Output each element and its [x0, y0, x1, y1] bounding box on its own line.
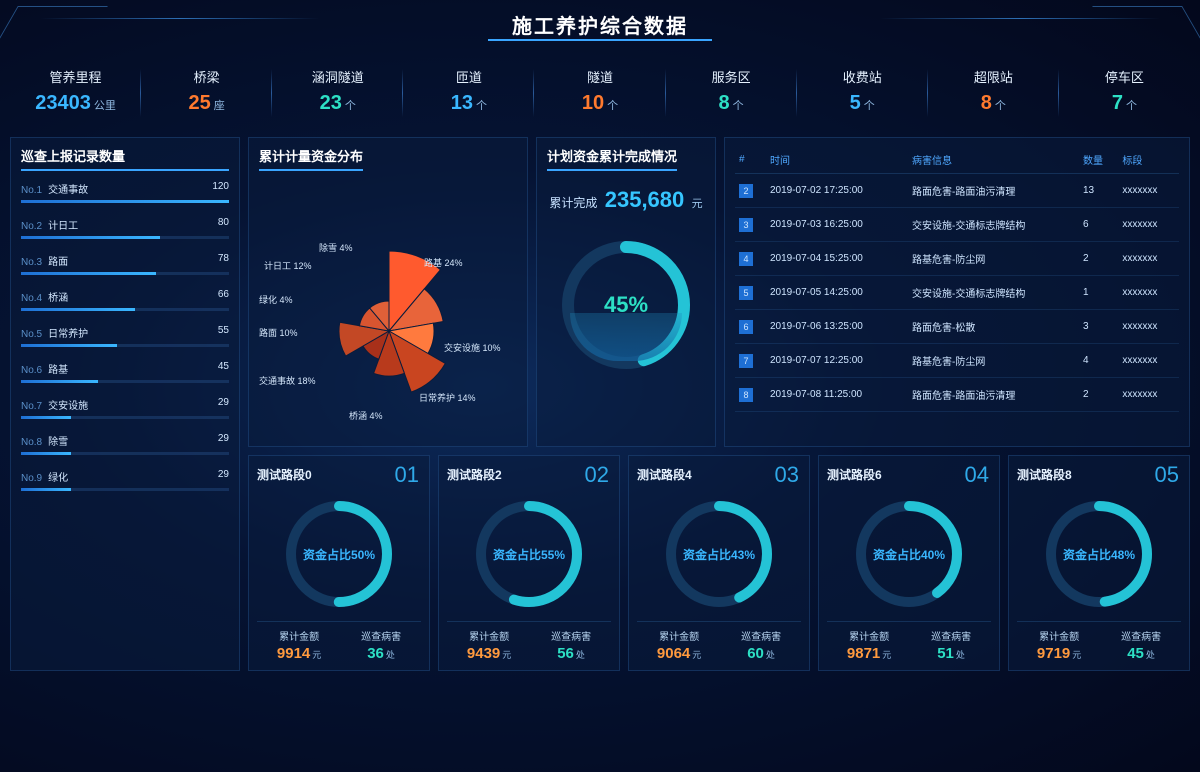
kpi-item: 超限站8个	[928, 63, 1059, 119]
table-row[interactable]: 22019-07-02 17:25:00路面危害-路面油污清理13xxxxxxx	[735, 174, 1179, 208]
bar-row: No.3路面78	[21, 253, 229, 275]
table-row[interactable]: 32019-07-03 16:25:00交安设施-交通标志牌结构6xxxxxxx	[735, 208, 1179, 242]
defect-table: # 时间 病害信息 数量 标段 22019-07-02 17:25:00路面危害…	[735, 146, 1179, 412]
table-row[interactable]: 62019-07-06 13:25:00路面危害-松散3xxxxxxx	[735, 310, 1179, 344]
gauge-ring: 45%	[556, 235, 696, 375]
panel-rose-chart: 累计计量资金分布 路基 24%交安设施 10%日常养护 14%桥涵 4%交通事故…	[248, 137, 528, 447]
table-row[interactable]: 72019-07-07 12:25:00路基危害-防尘网4xxxxxxx	[735, 344, 1179, 378]
bar-row: No.8除雪29	[21, 433, 229, 455]
bar-row: No.1交通事故120	[21, 181, 229, 203]
panel-title: 巡查上报记录数量	[21, 146, 229, 171]
card-ring: 资金占比50%	[280, 495, 398, 613]
bar-row: No.4桥涵66	[21, 289, 229, 311]
bar-row: No.5日常养护55	[21, 325, 229, 347]
road-card[interactable]: 测试路段403资金占比43%累计金额9064元巡查病害60处	[628, 455, 810, 671]
kpi-item: 桥梁25座	[141, 63, 272, 119]
bar-row: No.6路基45	[21, 361, 229, 383]
card-ring: 资金占比40%	[850, 495, 968, 613]
table-row[interactable]: 82019-07-08 11:25:00路面危害-路面油污清理2xxxxxxx	[735, 378, 1179, 412]
table-row[interactable]: 52019-07-05 14:25:00交安设施-交通标志牌结构1xxxxxxx	[735, 276, 1179, 310]
page-title: 施工养护综合数据	[488, 10, 712, 41]
panel-gauge: 计划资金累计完成情况 累计完成 235,680 元 45%	[536, 137, 716, 447]
panel-title: 计划资金累计完成情况	[547, 146, 677, 171]
gauge-pct: 45%	[556, 235, 696, 375]
table-row[interactable]: 42019-07-04 15:25:00路基危害-防尘网2xxxxxxx	[735, 242, 1179, 276]
kpi-item: 隧道10个	[534, 63, 665, 119]
road-card[interactable]: 测试路段202资金占比55%累计金额9439元巡查病害56处	[438, 455, 620, 671]
kpi-row: 管养里程23403公里桥梁25座涵洞隧道23个匝道13个隧道10个服务区8个收费…	[0, 55, 1200, 137]
card-ring: 资金占比55%	[470, 495, 588, 613]
kpi-item: 管养里程23403公里	[10, 63, 141, 119]
bar-row: No.7交安设施29	[21, 397, 229, 419]
panel-defect-table: # 时间 病害信息 数量 标段 22019-07-02 17:25:00路面危害…	[724, 137, 1190, 447]
road-card[interactable]: 测试路段805资金占比48%累计金额9719元巡查病害45处	[1008, 455, 1190, 671]
card-ring: 资金占比43%	[660, 495, 778, 613]
bar-row: No.2计日工80	[21, 217, 229, 239]
kpi-item: 停车区7个	[1059, 63, 1190, 119]
kpi-item: 涵洞隧道23个	[272, 63, 403, 119]
road-card[interactable]: 测试路段001资金占比50%累计金额9914元巡查病害36处	[248, 455, 430, 671]
bar-row: No.9绿化29	[21, 469, 229, 491]
road-card[interactable]: 测试路段604资金占比40%累计金额9871元巡查病害51处	[818, 455, 1000, 671]
kpi-item: 匝道13个	[403, 63, 534, 119]
kpi-item: 服务区8个	[666, 63, 797, 119]
page-header: 施工养护综合数据	[0, 0, 1200, 55]
gauge-total: 235,680	[605, 187, 685, 212]
panel-bar-ranking: 巡查上报记录数量 No.1交通事故120 No.2计日工80 No.3路面78 No.…	[10, 137, 240, 671]
panel-title: 累计计量资金分布	[259, 146, 363, 171]
card-ring: 资金占比48%	[1040, 495, 1158, 613]
kpi-item: 收费站5个	[797, 63, 928, 119]
